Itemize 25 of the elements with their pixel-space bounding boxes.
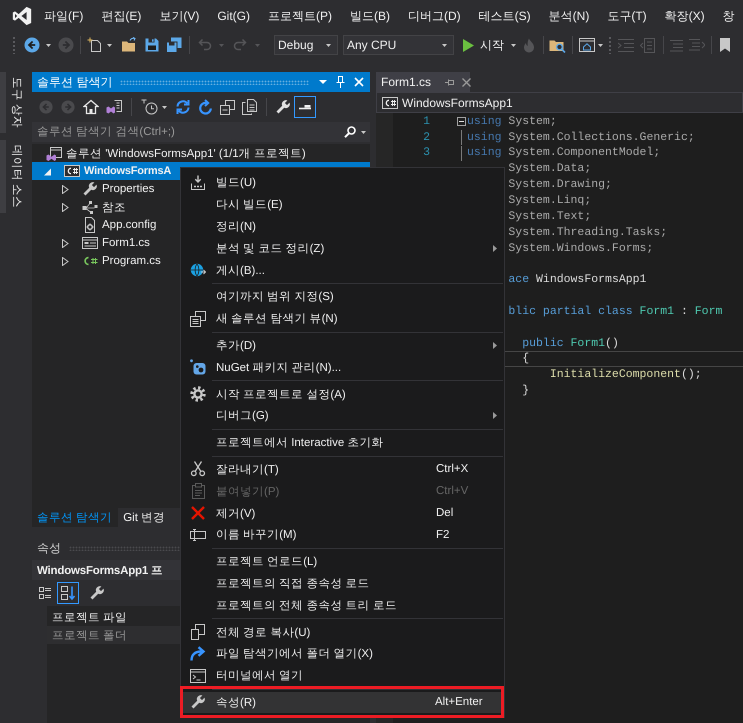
shortcut-text: Del — [436, 507, 454, 520]
line-number: 3 — [423, 147, 431, 159]
code-line: using System.Collections.Generic; — [467, 132, 695, 144]
code-line: System.Data; — [508, 163, 592, 175]
code-line: } — [521, 385, 530, 397]
shortcut-text: Ctrl+X — [436, 463, 468, 476]
panel-title: 솔루션 탐색기 — [37, 74, 112, 90]
code-line: blic partial class Form1 : Form — [508, 306, 722, 318]
code-line: using System.ComponentModel; — [467, 147, 660, 159]
code-line: InitializeComponent(); — [548, 369, 702, 381]
panel-title: 속성 — [37, 540, 61, 556]
code-line: using System; — [467, 116, 557, 128]
code-line: ace WindowsFormsApp1 — [508, 274, 646, 286]
code-line: System.Threading.Tasks; — [508, 226, 668, 238]
code-line: public Form1() — [521, 338, 619, 350]
shortcut-text: Ctrl+V — [436, 485, 468, 498]
code-line: System.Drawing; — [508, 179, 612, 191]
code-line: System.Linq; — [508, 194, 592, 206]
code-line: System.Windows.Forms; — [508, 242, 654, 254]
shortcut-text: F2 — [436, 528, 450, 541]
code-line: System.Text; — [508, 210, 592, 222]
shortcut-text: Alt+Enter — [435, 696, 483, 708]
line-number: 2 — [423, 132, 431, 144]
line-number: 1 — [423, 116, 431, 128]
code-line: { — [521, 353, 530, 365]
